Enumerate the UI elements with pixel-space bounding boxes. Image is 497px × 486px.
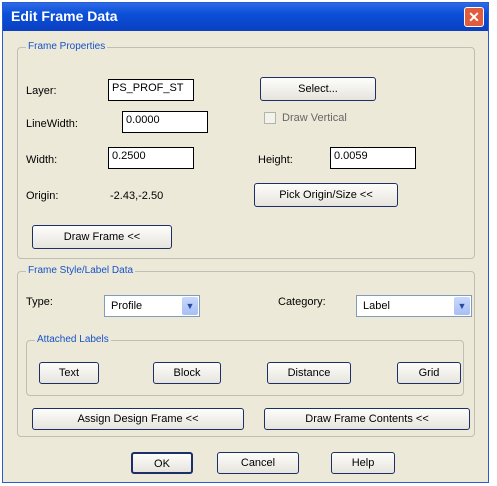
category-select-value: Label bbox=[363, 300, 390, 312]
frame-style-label-group: Frame Style/Label Data Type: Profile ▼ C… bbox=[17, 265, 475, 437]
category-label: Category: bbox=[278, 296, 326, 308]
draw-frame-button[interactable]: Draw Frame << bbox=[32, 225, 172, 249]
select-button-label: Select... bbox=[298, 83, 338, 95]
select-button[interactable]: Select... bbox=[260, 77, 376, 101]
chevron-down-icon[interactable]: ▼ bbox=[182, 297, 198, 315]
origin-value: -2.43,-2.50 bbox=[110, 190, 164, 202]
layer-field[interactable]: PS_PROF_ST bbox=[108, 79, 194, 101]
width-label: Width: bbox=[26, 154, 58, 166]
distance-button[interactable]: Distance bbox=[267, 362, 351, 384]
draw-frame-contents-button[interactable]: Draw Frame Contents << bbox=[264, 408, 470, 430]
type-select-value: Profile bbox=[111, 300, 143, 312]
title-bar[interactable]: Edit Frame Data ✕ bbox=[3, 3, 488, 31]
distance-button-label: Distance bbox=[287, 367, 331, 379]
text-button-label: Text bbox=[58, 367, 80, 379]
pick-origin-size-button[interactable]: Pick Origin/Size << bbox=[254, 183, 398, 207]
linewidth-label: LineWidth: bbox=[26, 118, 78, 130]
origin-label: Origin: bbox=[26, 190, 59, 202]
ok-button[interactable]: OK bbox=[131, 452, 193, 474]
cancel-button[interactable]: Cancel bbox=[217, 452, 299, 474]
category-select[interactable]: Label ▼ bbox=[356, 295, 472, 317]
linewidth-field[interactable]: 0.0000 bbox=[122, 111, 208, 133]
height-field[interactable]: 0.0059 bbox=[330, 147, 416, 169]
close-icon[interactable]: ✕ bbox=[464, 7, 484, 27]
type-select[interactable]: Profile ▼ bbox=[104, 295, 200, 317]
grid-button[interactable]: Grid bbox=[397, 362, 461, 384]
width-field[interactable]: 0.2500 bbox=[108, 147, 194, 169]
pick-origin-size-label: Pick Origin/Size << bbox=[279, 189, 373, 201]
frame-style-legend: Frame Style/Label Data bbox=[26, 265, 136, 276]
block-button[interactable]: Block bbox=[153, 362, 221, 384]
layer-label: Layer: bbox=[26, 85, 57, 97]
frame-properties-legend: Frame Properties bbox=[26, 41, 108, 52]
assign-design-frame-label: Assign Design Frame << bbox=[77, 413, 199, 425]
draw-frame-label: Draw Frame << bbox=[63, 231, 141, 243]
help-button[interactable]: Help bbox=[331, 452, 395, 474]
cancel-button-label: Cancel bbox=[240, 457, 276, 469]
assign-design-frame-button[interactable]: Assign Design Frame << bbox=[32, 408, 244, 430]
draw-frame-contents-label: Draw Frame Contents << bbox=[305, 413, 429, 425]
chevron-down-icon[interactable]: ▼ bbox=[454, 297, 470, 315]
block-button-label: Block bbox=[173, 367, 201, 379]
attached-labels-legend: Attached Labels bbox=[35, 334, 111, 345]
help-button-label: Help bbox=[351, 457, 375, 469]
ok-button-label: OK bbox=[154, 458, 170, 470]
text-button[interactable]: Text bbox=[39, 362, 99, 384]
draw-vertical-checkbox[interactable] bbox=[264, 112, 276, 124]
draw-vertical-label: Draw Vertical bbox=[282, 112, 347, 124]
frame-properties-group: Frame Properties Layer: PS_PROF_ST Selec… bbox=[17, 41, 475, 259]
height-label: Height: bbox=[258, 154, 293, 166]
attached-labels-group: Attached Labels Text Block Distance Grid bbox=[26, 334, 464, 396]
type-label: Type: bbox=[26, 296, 53, 308]
grid-button-label: Grid bbox=[418, 367, 440, 379]
edit-frame-data-dialog: Edit Frame Data ✕ Frame Properties Layer… bbox=[2, 2, 489, 483]
window-title: Edit Frame Data bbox=[11, 8, 118, 24]
